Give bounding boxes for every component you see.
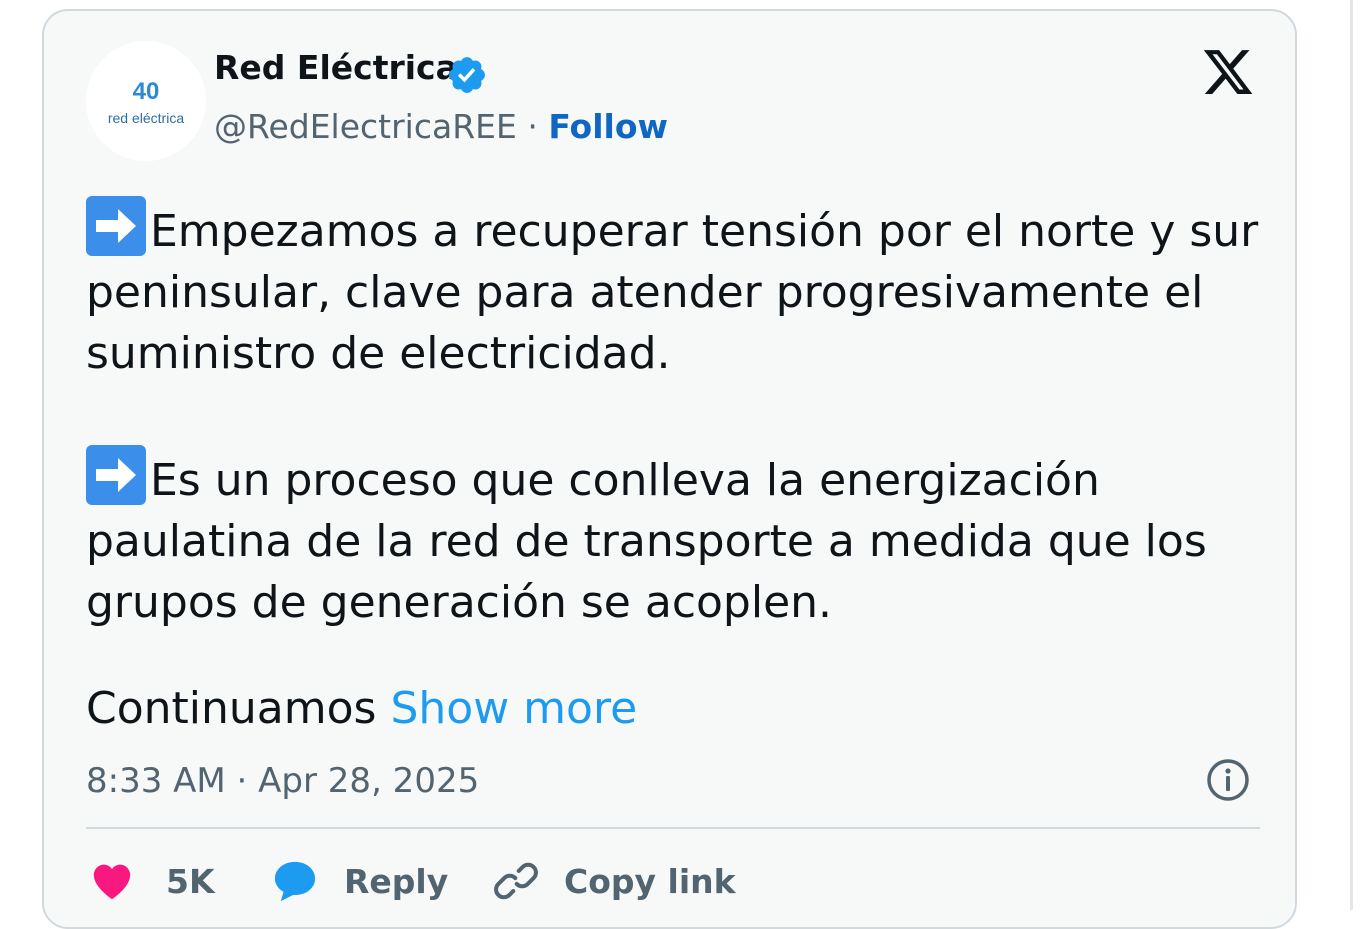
- author-handle[interactable]: @RedElectricaREE: [214, 107, 517, 146]
- link-icon: [494, 862, 538, 900]
- x-logo-icon[interactable]: [1200, 45, 1256, 99]
- separator: ·: [516, 107, 549, 146]
- divider: [86, 827, 1260, 829]
- right-arrow-emoji-icon: [86, 196, 146, 256]
- show-more-link[interactable]: Show more: [390, 683, 637, 734]
- tweet-text: Empezamos a recuperar tensión por el nor…: [86, 196, 1266, 633]
- scrollbar[interactable]: [1350, 0, 1353, 910]
- avatar-logo-text: red eléctrica: [108, 110, 184, 126]
- right-arrow-emoji-icon: [86, 445, 146, 505]
- follow-button[interactable]: Follow: [548, 107, 668, 146]
- avatar-badge-text: 40: [133, 78, 160, 105]
- truncated-line: Continuamos Show more: [86, 678, 637, 739]
- reply-label: Reply: [344, 861, 449, 901]
- timestamp[interactable]: 8:33 AM · Apr 28, 2025: [86, 761, 479, 801]
- like-count: 5K: [166, 861, 215, 901]
- tweet-paragraph: Empezamos a recuperar tensión por el nor…: [86, 196, 1266, 384]
- paragraph-text: Empezamos a recuperar tensión por el nor…: [86, 206, 1259, 379]
- embedded-tweet-card[interactable]: 40 red eléctrica Red Eléctrica @RedElect…: [42, 9, 1297, 929]
- copy-link-button[interactable]: Copy link: [494, 857, 736, 905]
- like-button[interactable]: 5K: [90, 857, 215, 905]
- author-name[interactable]: Red Eléctrica: [214, 51, 458, 84]
- tweet-paragraph: Es un proceso que conlleva la energizaci…: [86, 445, 1266, 633]
- truncated-text: Continuamos: [86, 683, 377, 734]
- reply-button[interactable]: Reply: [272, 857, 448, 905]
- speech-bubble-icon: [274, 861, 316, 902]
- copy-link-label: Copy link: [564, 861, 736, 901]
- info-icon[interactable]: [1204, 756, 1252, 804]
- heart-icon: [93, 864, 131, 900]
- author-handle-row: @RedElectricaREE · Follow: [214, 110, 668, 143]
- avatar[interactable]: 40 red eléctrica: [86, 41, 206, 161]
- paragraph-text: Es un proceso que conlleva la energizaci…: [86, 455, 1207, 628]
- verified-badge-icon: [449, 57, 485, 93]
